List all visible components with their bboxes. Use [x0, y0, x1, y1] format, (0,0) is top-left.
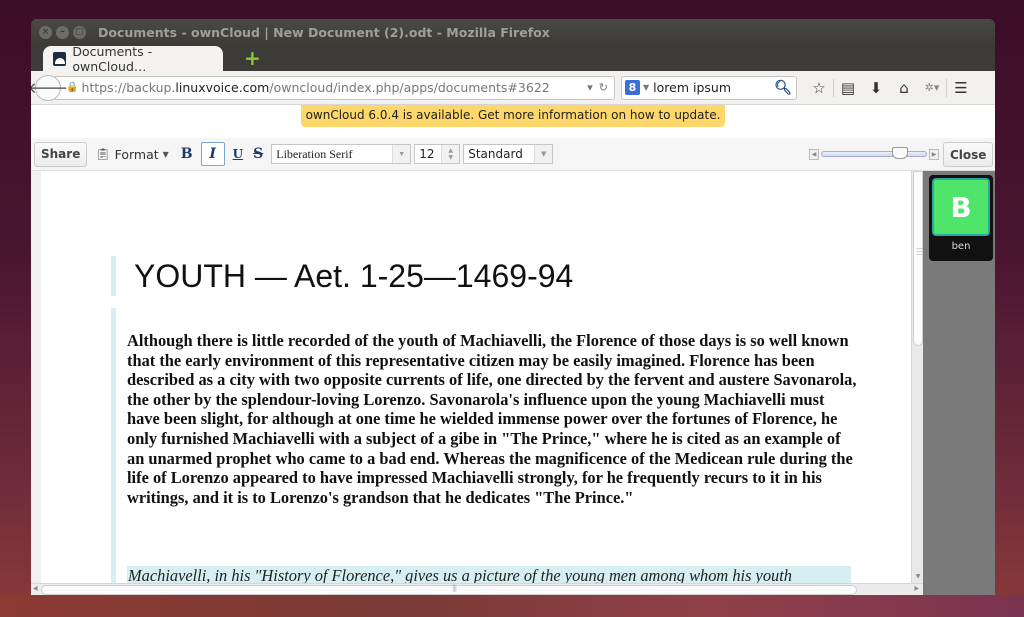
close-button[interactable]: Close — [943, 142, 994, 167]
download-icon[interactable]: ⬇ — [862, 79, 890, 97]
owncloud-icon — [53, 51, 67, 66]
tab-label: Documents - ownCloud… — [72, 43, 153, 74]
format-menu[interactable]: 📋︎ Format ▼ — [95, 147, 168, 162]
format-label: Format — [114, 146, 159, 162]
zoom-slider[interactable]: ◀ ▶ — [809, 146, 939, 162]
paragraph-marker — [111, 308, 116, 595]
menu-icon[interactable]: ☰ — [947, 79, 975, 97]
avatar: B — [932, 178, 990, 236]
zoom-in-icon[interactable]: ▶ — [929, 148, 939, 160]
stepper-arrows-icon[interactable]: ▲ ▼ — [441, 145, 460, 163]
chevron-down-icon: ▼ — [162, 149, 169, 159]
tab-documents[interactable]: Documents - ownCloud… — [43, 43, 223, 74]
horizontal-scrollbar[interactable]: ◀ ||| ▶ — [31, 583, 923, 595]
search-input[interactable]: lorem ipsum — [653, 80, 731, 95]
window-close-button[interactable]: × — [39, 25, 52, 39]
format-icon: 📋︎ — [95, 147, 111, 161]
document-heading[interactable]: YOUTH — Aet. 1-25—1469-94 — [134, 256, 573, 296]
font-size-value: 12 — [419, 147, 435, 161]
session-members-panel: B ben — [923, 171, 995, 595]
member-name: ben — [951, 241, 971, 252]
zoom-thumb[interactable] — [892, 147, 908, 159]
navigation-bar: 🡐 🔒 https://backup. linuxvoice.com/ownclo… — [31, 71, 995, 105]
strikethrough-button[interactable]: S — [253, 146, 263, 162]
italic-button[interactable]: I — [200, 142, 225, 166]
paragraph-style-value: Standard — [468, 147, 523, 161]
url-path: /owncloud/index.php/apps/documents#3622 — [269, 80, 550, 95]
new-tab-button[interactable]: + — [244, 48, 261, 68]
font-size-stepper[interactable]: 12 ▲ ▼ — [414, 144, 461, 164]
document-paragraph[interactable]: Although there is little recorded of the… — [127, 331, 857, 507]
paragraph-style-select[interactable]: Standard ▼ — [463, 144, 554, 164]
chevron-down-icon[interactable]: ▼ — [392, 145, 411, 163]
back-arrow-icon: 🡐 — [31, 79, 69, 97]
url-dropdown-icon[interactable]: ▾ — [587, 81, 593, 94]
title-bar: × – □ Documents - ownCloud | New Documen… — [31, 19, 995, 45]
browser-window: × – □ Documents - ownCloud | New Documen… — [31, 19, 995, 595]
editor-toolbar: Share 📋︎ Format ▼ B I U S Liberation Ser… — [31, 138, 995, 171]
scroll-left-icon[interactable]: ◀ — [33, 585, 38, 592]
horizontal-scroll-thumb[interactable]: ||| — [41, 584, 857, 595]
zoom-out-icon[interactable]: ◀ — [809, 148, 819, 160]
search-engine-dropdown-icon[interactable]: ▼ — [643, 83, 649, 92]
url-bar[interactable]: 🔒 https://backup. linuxvoice.com/owncloud… — [55, 75, 615, 100]
grip-icon: — — — — [916, 244, 923, 258]
url-prefix: https://backup. — [81, 80, 176, 95]
heading-block: YOUTH — Aet. 1-25—1469-94 — [111, 256, 573, 296]
grip-icon: ||| — [452, 584, 457, 592]
underline-button[interactable]: U — [233, 147, 243, 161]
font-family-select[interactable]: Liberation Serif ▼ — [271, 144, 412, 164]
reload-icon[interactable]: ↻ — [599, 81, 608, 94]
page-content: ownCloud 6.0.4 is available. Get more in… — [31, 105, 995, 595]
scroll-down-icon[interactable]: ▼ — [913, 573, 923, 583]
desktop-background — [0, 595, 1024, 617]
addon-icon[interactable]: ✲▾ — [918, 81, 946, 94]
vertical-scrollbar[interactable]: — — — ▼ — [911, 171, 923, 583]
bookmark-star-icon[interactable]: ☆ — [805, 79, 833, 97]
update-notice[interactable]: ownCloud 6.0.4 is available. Get more in… — [301, 105, 725, 127]
reading-list-icon[interactable]: ▤ — [834, 79, 862, 97]
search-icon[interactable]: 🔍︎ — [774, 80, 792, 96]
vertical-scroll-thumb[interactable]: — — — — [913, 171, 923, 346]
window-maximize-button[interactable]: □ — [73, 25, 86, 39]
search-bar[interactable]: 8 ▼ lorem ipsum 🔍︎ — [621, 75, 797, 100]
bold-button[interactable]: B — [181, 146, 193, 162]
home-icon[interactable]: ⌂ — [890, 79, 918, 97]
url-host: linuxvoice.com — [175, 80, 270, 95]
window-minimize-button[interactable]: – — [56, 25, 69, 39]
scroll-right-icon[interactable]: ▶ — [914, 585, 919, 592]
document-canvas[interactable]: YOUTH — Aet. 1-25—1469-94 Although there… — [31, 171, 921, 595]
tab-strip: Documents - ownCloud… + — [31, 43, 995, 74]
zoom-track[interactable] — [821, 147, 927, 159]
font-family-value: Liberation Serif — [276, 146, 353, 161]
share-button[interactable]: Share — [34, 141, 88, 167]
chevron-down-icon[interactable]: ▼ — [534, 145, 553, 163]
back-button[interactable]: 🡐 — [31, 74, 68, 101]
search-engine-icon[interactable]: 8 — [625, 80, 640, 95]
member-card[interactable]: B ben — [929, 175, 993, 261]
window-title: Documents - ownCloud | New Document (2).… — [98, 24, 550, 40]
